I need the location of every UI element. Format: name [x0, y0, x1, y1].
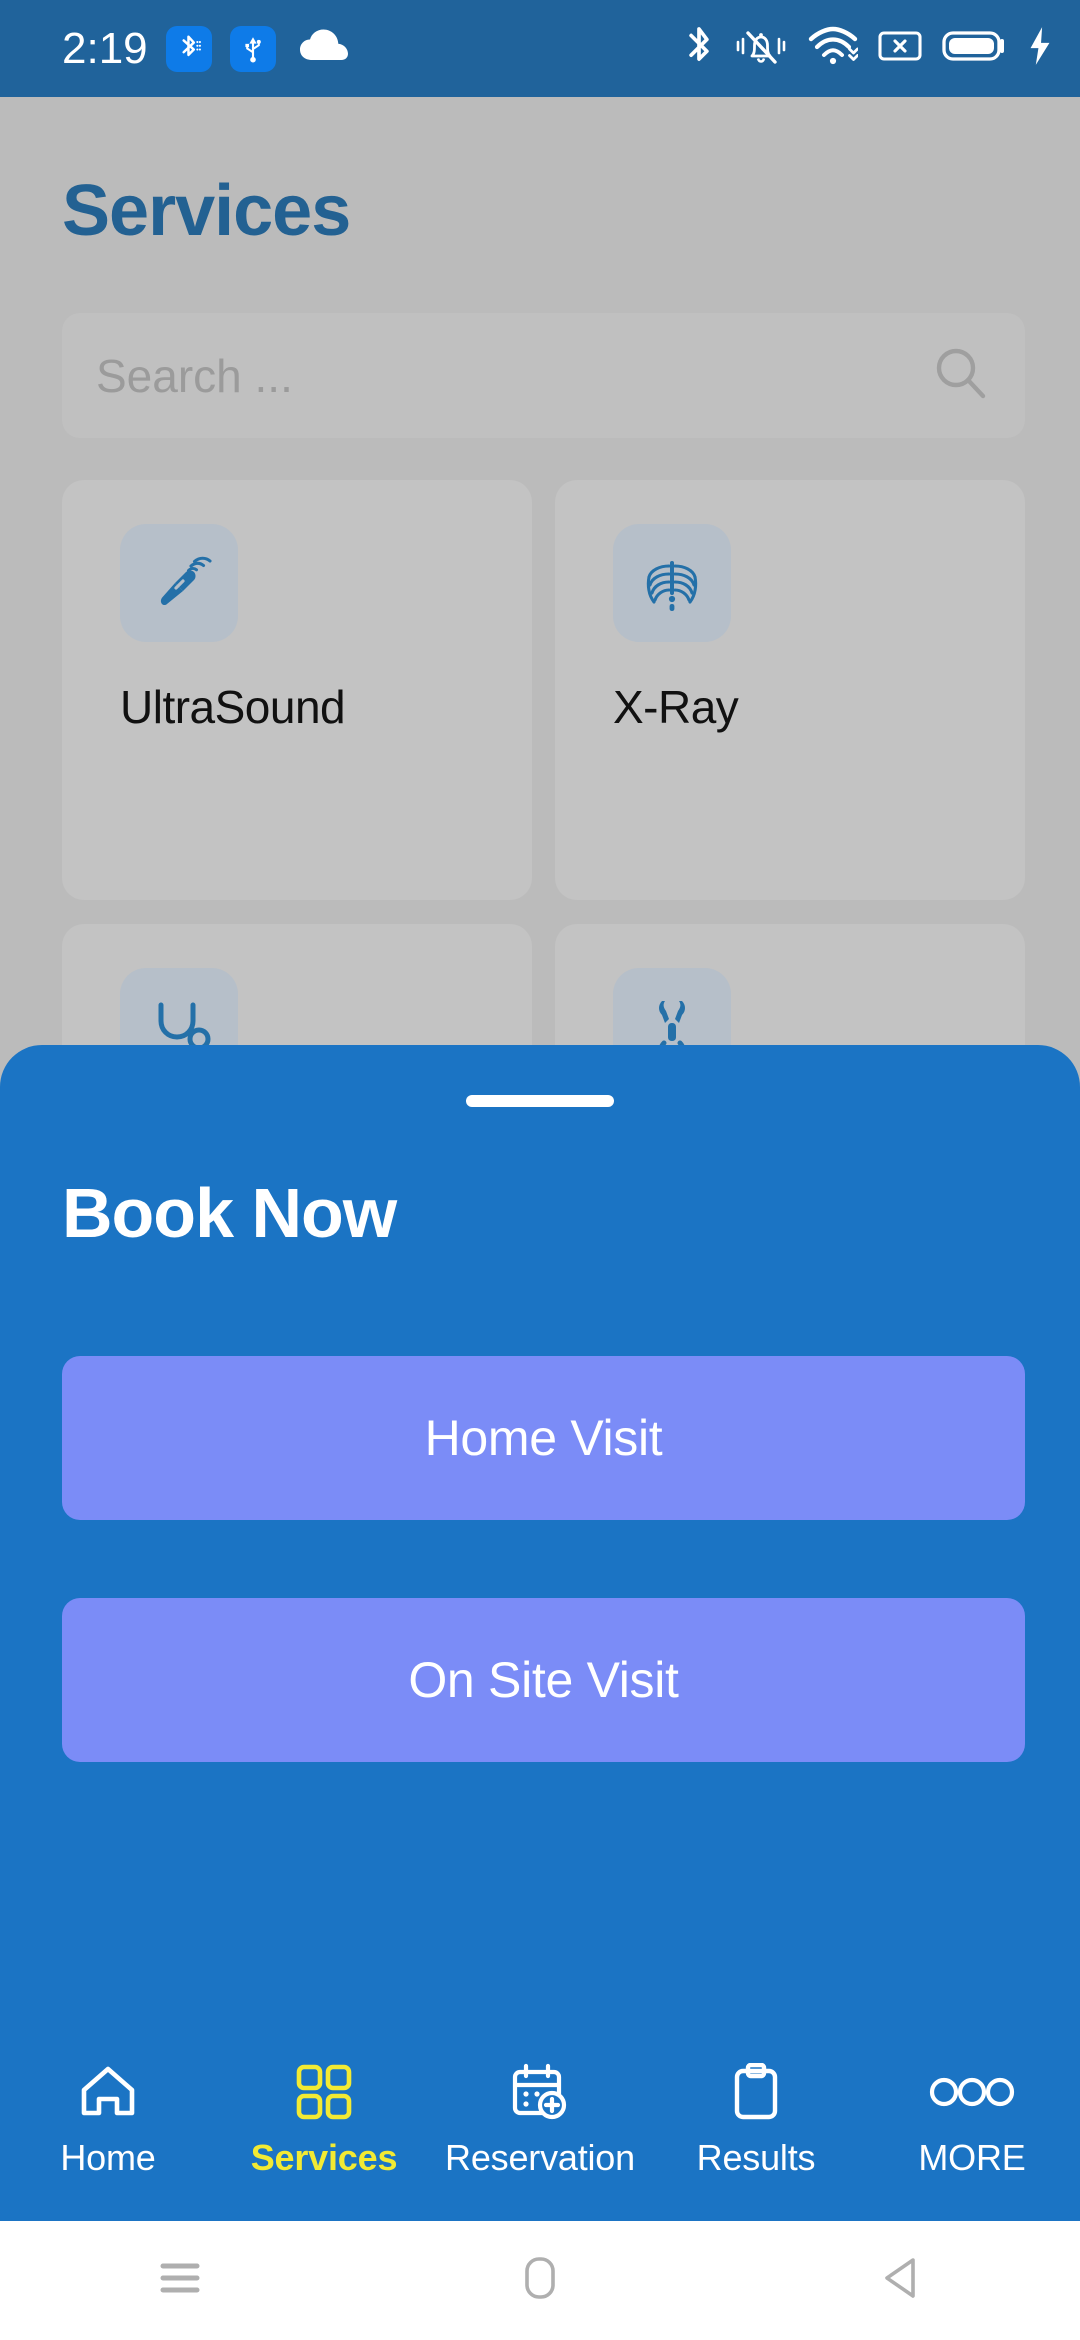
status-bar-left: 2:19 — [62, 23, 350, 73]
search-input[interactable]: Search ... — [62, 313, 1025, 438]
android-navigation-bar — [0, 2221, 1080, 2340]
on-site-visit-button[interactable]: On Site Visit — [62, 1598, 1025, 1762]
vibrate-bell-icon — [734, 25, 788, 72]
on-site-visit-label: On Site Visit — [408, 1652, 679, 1708]
clipboard-icon — [730, 2061, 782, 2123]
phone-screen: 2:19 Services Search ... UltraSound X-Ra… — [0, 0, 1080, 2340]
charging-bolt-icon — [1026, 25, 1054, 72]
back-button[interactable] — [720, 2256, 1080, 2305]
nav-label: Home — [60, 2137, 156, 2178]
ribcage-icon — [613, 524, 731, 642]
status-bar-right — [684, 25, 1054, 72]
grid-squares-icon — [295, 2061, 353, 2123]
nav-label: Results — [696, 2137, 816, 2178]
service-label: X-Ray — [613, 681, 739, 733]
nav-item-results[interactable]: Results — [648, 2027, 864, 2179]
search-icon[interactable] — [931, 343, 991, 408]
service-card-xray[interactable]: X-Ray — [555, 480, 1025, 900]
recents-button[interactable] — [0, 2259, 360, 2302]
sheet-title: Book Now — [62, 1174, 397, 1252]
bottom-navigation-bar: Home Services Reservation Results MORE — [0, 2027, 1080, 2221]
nav-label: Services — [250, 2137, 398, 2178]
sim-card-icon — [878, 28, 922, 69]
nav-item-more[interactable]: MORE — [864, 2027, 1080, 2179]
service-card-ultrasound[interactable]: UltraSound — [62, 480, 532, 900]
rounded-rect-icon — [523, 2256, 557, 2305]
nav-label: MORE — [918, 2137, 1026, 2178]
nav-item-services[interactable]: Services — [216, 2027, 432, 2179]
ultrasound-probe-icon — [120, 524, 238, 642]
three-circles-icon — [929, 2061, 1015, 2123]
nav-label: Reservation — [445, 2137, 635, 2178]
cloud-icon — [298, 28, 350, 69]
triangle-left-icon — [879, 2256, 921, 2305]
page-title: Services — [62, 171, 351, 251]
search-placeholder: Search ... — [96, 349, 293, 402]
status-bar: 2:19 — [0, 0, 1080, 97]
home-visit-button[interactable]: Home Visit — [62, 1356, 1025, 1520]
wifi-icon — [808, 25, 859, 72]
calendar-plus-icon — [510, 2061, 570, 2123]
service-label: UltraSound — [120, 681, 346, 733]
house-icon — [77, 2061, 139, 2123]
bluetooth-badge-icon — [165, 25, 212, 72]
home-visit-label: Home Visit — [424, 1410, 663, 1466]
status-clock: 2:19 — [62, 23, 148, 73]
bluetooth-icon — [684, 25, 714, 72]
drag-handle[interactable] — [466, 1095, 614, 1107]
nav-item-home[interactable]: Home — [0, 2027, 216, 2179]
home-button[interactable] — [360, 2256, 720, 2305]
hamburger-icon — [159, 2259, 201, 2302]
nav-item-reservation[interactable]: Reservation — [432, 2027, 648, 2179]
battery-icon — [942, 28, 1006, 69]
usb-badge-icon — [229, 25, 276, 72]
